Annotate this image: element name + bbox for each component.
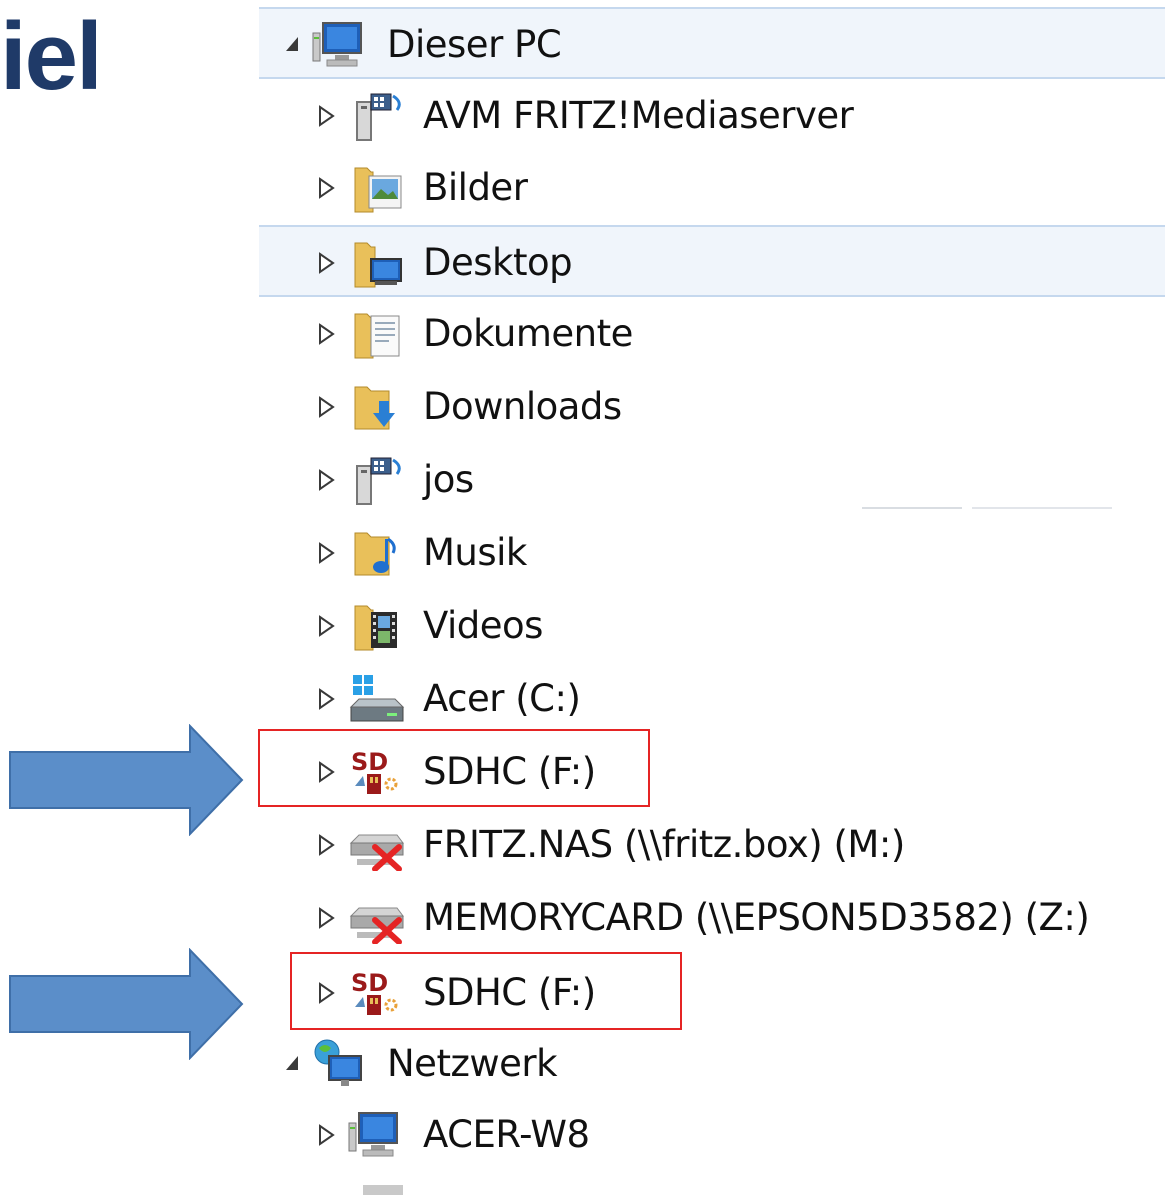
tree-item-memorycard[interactable]: MEMORYCARD (\\EPSON5D3582) (Z:) [259, 882, 1165, 954]
slide-title: iel [0, 3, 103, 110]
computer-icon [363, 1185, 403, 1195]
arrow-right-icon [9, 948, 244, 1060]
expand-arrow-icon[interactable] [317, 685, 337, 713]
tree-item-label: MEMORYCARD (\\EPSON5D3582) (Z:) [423, 896, 1090, 939]
expand-arrow-icon[interactable] [317, 466, 337, 494]
expand-arrow-icon[interactable] [317, 831, 337, 859]
tree-item-netzwerk[interactable]: Netzwerk [259, 1028, 1165, 1100]
tree-item-desktop[interactable]: Desktop [259, 225, 1165, 297]
system-drive-icon [347, 673, 405, 725]
highlight-box [258, 729, 650, 807]
expand-arrow-icon[interactable] [317, 539, 337, 567]
tree-item-label: FRITZ.NAS (\\fritz.box) (M:) [423, 823, 905, 866]
tree-item-dokumente[interactable]: Dokumente [259, 298, 1165, 370]
arrow-right-icon [9, 724, 244, 836]
tree-item-label: Videos [423, 604, 543, 647]
tree-item-label: ACER-W8 [423, 1113, 590, 1156]
tree-item-label: Downloads [423, 385, 622, 428]
tree-item-dieser-pc[interactable]: Dieser PC [259, 7, 1165, 79]
documents-folder-icon [353, 308, 407, 360]
tree-item-acer-w8[interactable]: ACER-W8 [259, 1099, 1165, 1171]
tree-item-musik[interactable]: Musik [259, 517, 1165, 589]
pictures-folder-icon [353, 162, 407, 214]
tree-item-label: Acer (C:) [423, 677, 581, 720]
tree-item-partial [259, 1177, 1165, 1195]
media-server-icon [353, 90, 407, 142]
media-server-icon [353, 454, 407, 506]
tree-item-label: Desktop [423, 241, 573, 284]
tree-item-label: Musik [423, 531, 527, 574]
expand-arrow-icon[interactable] [317, 904, 337, 932]
highlight-box [290, 952, 682, 1030]
tree-item-fritz-nas[interactable]: FRITZ.NAS (\\fritz.box) (M:) [259, 809, 1165, 881]
videos-folder-icon [353, 600, 407, 652]
tree-item-label: Netzwerk [387, 1042, 558, 1085]
collapse-arrow-icon[interactable] [283, 31, 303, 59]
disconnected-network-drive-icon [347, 819, 404, 871]
divider [862, 507, 1112, 509]
expand-arrow-icon[interactable] [317, 393, 337, 421]
collapse-arrow-icon[interactable] [283, 1050, 303, 1078]
desktop-folder-icon [353, 237, 407, 289]
downloads-folder-icon [353, 381, 407, 433]
tree-item-label: Dokumente [423, 312, 633, 355]
expand-arrow-icon[interactable] [317, 320, 337, 348]
network-icon [311, 1038, 365, 1090]
tree-item-bilder[interactable]: Bilder [259, 152, 1165, 224]
expand-arrow-icon[interactable] [317, 102, 337, 130]
tree-item-videos[interactable]: Videos [259, 590, 1165, 662]
tree-item-label: Dieser PC [387, 23, 562, 66]
music-folder-icon [353, 527, 407, 579]
expand-arrow-icon[interactable] [317, 249, 337, 277]
expand-arrow-icon[interactable] [317, 1121, 337, 1149]
tree-item-label: jos [423, 458, 474, 501]
computer-icon [347, 1109, 401, 1161]
tree-item-acer-c[interactable]: Acer (C:) [259, 663, 1165, 735]
tree-item-downloads[interactable]: Downloads [259, 371, 1165, 443]
tree-item-label: Bilder [423, 166, 528, 209]
tree-item-avm-mediaserver[interactable]: AVM FRITZ!Mediaserver [259, 80, 1165, 152]
expand-arrow-icon[interactable] [317, 174, 337, 202]
disconnected-network-drive-icon [347, 892, 404, 944]
computer-icon [311, 19, 365, 71]
expand-arrow-icon[interactable] [317, 612, 337, 640]
tree-item-label: AVM FRITZ!Mediaserver [423, 94, 854, 137]
